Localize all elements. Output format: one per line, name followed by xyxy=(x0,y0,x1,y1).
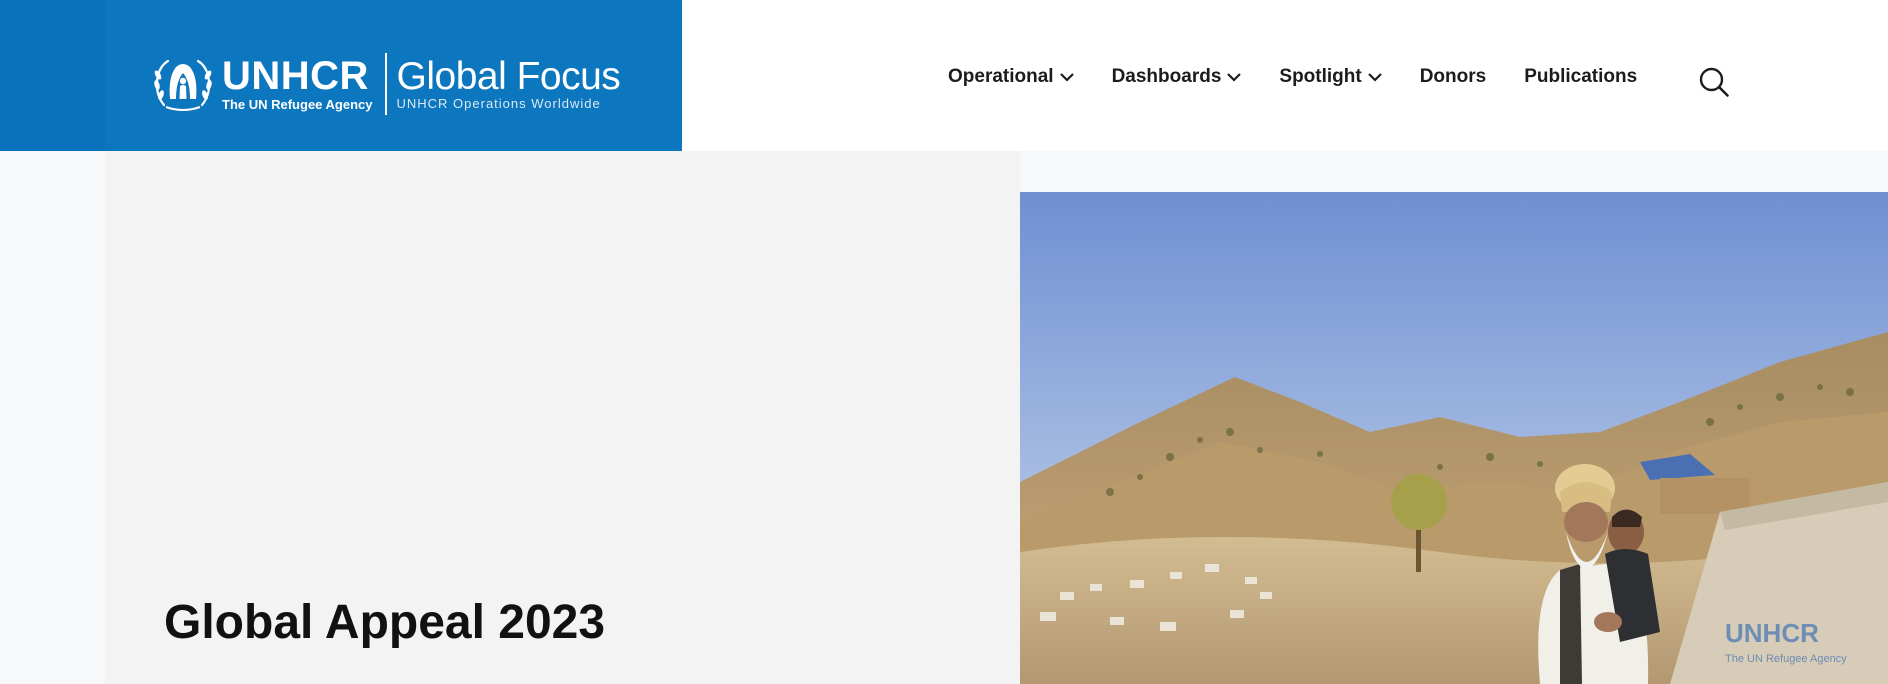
nav-item-donors[interactable]: Donors xyxy=(1420,66,1487,88)
chevron-down-icon xyxy=(1059,73,1074,82)
global-focus-wordmark: Global Focus UNHCR Operations Worldwide xyxy=(397,57,621,111)
nav-item-spotlight[interactable]: Spotlight xyxy=(1279,66,1382,88)
chevron-down-icon xyxy=(1227,73,1242,82)
tent-logo-text: UNHCR xyxy=(1725,618,1819,648)
unhcr-wordmark: UNHCR The UN Refugee Agency xyxy=(222,56,373,113)
nav-item-label: Spotlight xyxy=(1279,66,1362,87)
nav-item-label: Operational xyxy=(948,66,1054,87)
main-nav: Operational Dashboards Spotlight Donors … xyxy=(948,66,1675,88)
search-icon[interactable] xyxy=(1698,66,1730,98)
logo-divider xyxy=(384,53,387,115)
nav-item-label: Publications xyxy=(1524,66,1638,87)
nav-item-operational[interactable]: Operational xyxy=(948,66,1074,88)
brand-strip xyxy=(0,0,105,151)
hero-image: UNHCR The UN Refugee Agency xyxy=(1020,192,1888,684)
nav-item-dashboards[interactable]: Dashboards xyxy=(1112,66,1242,88)
site-tagline: UNHCR Operations Worldwide xyxy=(396,96,601,111)
nav-item-publications[interactable]: Publications xyxy=(1524,66,1637,88)
unhcr-emblem-icon xyxy=(154,59,212,111)
site-name: Global Focus xyxy=(396,55,621,98)
org-name: UNHCR xyxy=(222,53,369,98)
tent-logo-subtext: The UN Refugee Agency xyxy=(1725,653,1847,665)
org-tagline: The UN Refugee Agency xyxy=(222,96,373,112)
page-title: Global Appeal 2023 xyxy=(164,596,606,649)
site-header: UNHCR The UN Refugee Agency Global Focus… xyxy=(0,0,1888,151)
nav-item-label: Donors xyxy=(1419,66,1487,87)
hero-photo: UNHCR The UN Refugee Agency xyxy=(1020,192,1888,684)
nav-item-label: Dashboards xyxy=(1111,66,1222,87)
site-logo[interactable]: UNHCR The UN Refugee Agency Global Focus… xyxy=(150,53,621,115)
chevron-down-icon xyxy=(1367,73,1382,82)
